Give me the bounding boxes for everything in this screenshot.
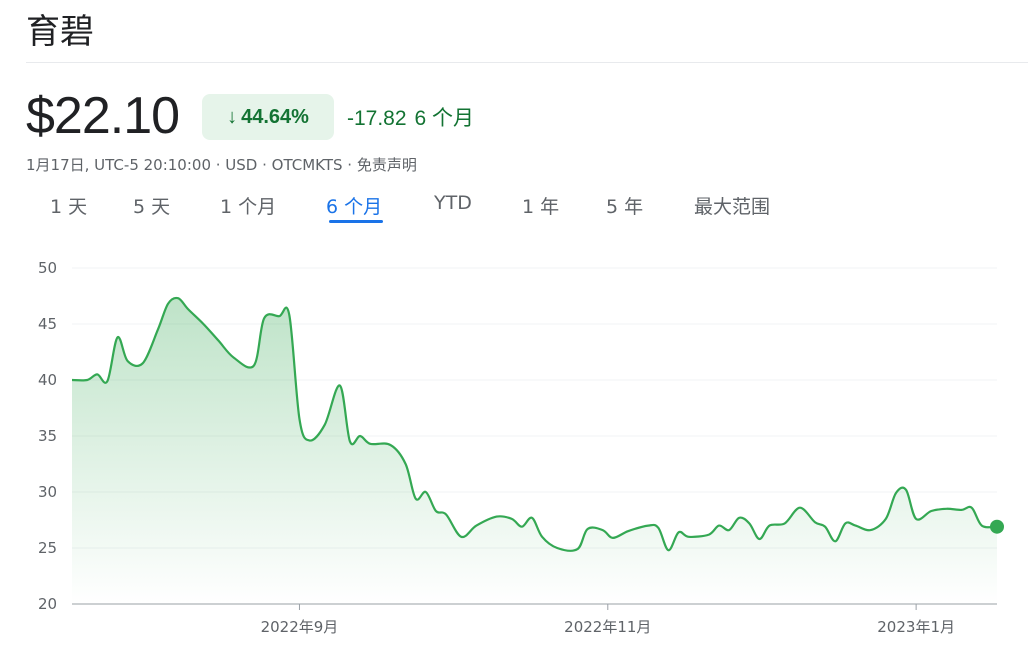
current-point-marker[interactable] [990,519,1004,534]
tab-ytd[interactable]: YTD [434,192,472,214]
stock-name: 育碧 [26,12,94,52]
tab-max[interactable]: 最大范围 [694,192,770,219]
y-tick-label: 30 [38,483,57,501]
range-tabs: 1 天 5 天 1 个月 6 个月 YTD 1 年 5 年 最大范围 [0,192,1028,228]
tab-6-month[interactable]: 6 个月 [326,192,382,219]
y-tick-label: 45 [38,315,57,333]
price-chart: 50 45 40 35 30 25 20 2022年9月 2022年11月 2023年1月 [38,259,1004,636]
price-area-fill [72,297,997,604]
y-tick-label: 35 [38,427,57,445]
change-percent: 44.64% [241,105,309,128]
header-divider [26,62,1028,63]
arrow-down-icon: ↓ [227,105,238,128]
tab-1-year[interactable]: 1 年 [522,192,559,219]
change-summary: -17.82 6 个月 [347,102,474,132]
y-tick-label: 20 [38,595,57,613]
quote-meta: 1月17日, UTC-5 20:10:00 · USD · OTCMKTS · … [26,156,417,174]
change-period: 6 个月 [414,107,475,130]
tab-5-day[interactable]: 5 天 [133,192,170,219]
change-absolute: -17.82 [347,107,407,130]
x-tick-label: 2023年1月 [877,618,955,636]
tab-1-day[interactable]: 1 天 [50,192,87,219]
tab-5-year[interactable]: 5 年 [606,192,643,219]
current-price: $22.10 [26,87,180,145]
x-tick-label: 2022年11月 [564,618,651,636]
x-tick-label: 2022年9月 [261,618,339,636]
y-tick-label: 40 [38,371,57,389]
tab-1-month[interactable]: 1 个月 [220,192,276,219]
active-tab-indicator [329,220,383,223]
change-percent-badge: ↓ 44.64% [202,94,334,140]
y-tick-label: 50 [38,259,57,277]
y-tick-label: 25 [38,539,57,557]
